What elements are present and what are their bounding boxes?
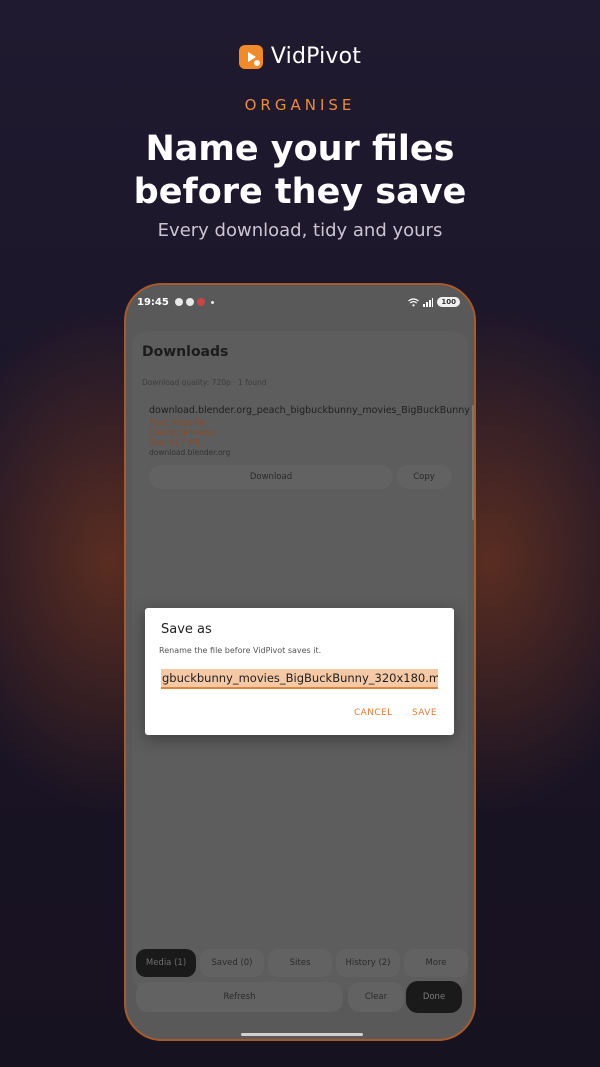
- media-item-quality: Quality: Unknown: [149, 428, 215, 437]
- action-bar: Refresh Clear Done: [136, 981, 468, 1013]
- eyebrow-label: ORGANISE: [244, 96, 356, 114]
- refresh-button[interactable]: Refresh: [136, 982, 343, 1012]
- status-bar: 19:45 100: [126, 285, 474, 319]
- tab-more[interactable]: More: [404, 949, 468, 977]
- filename-selected-text: gbuckbunny_movies_BigBuckBunny_320x180.m…: [161, 669, 438, 687]
- downloads-title: Downloads: [142, 344, 229, 360]
- bottom-tabs: Media (1) Saved (0) Sites History (2) Mo…: [136, 949, 468, 977]
- signal-icon: [423, 297, 434, 307]
- notification-icon: [185, 298, 194, 306]
- headline: Name your files before they save: [0, 128, 600, 214]
- headline-line-2: before they save: [133, 172, 467, 212]
- tab-saved[interactable]: Saved (0): [200, 949, 264, 977]
- media-item-name: download.blender.org_peach_bigbuckbunny_…: [149, 405, 470, 416]
- subline: Every download, tidy and yours: [157, 220, 443, 241]
- battery-icon: 100: [437, 297, 460, 307]
- copy-button[interactable]: Copy: [396, 465, 452, 489]
- dialog-title: Save as: [161, 622, 212, 637]
- notification-icons: [174, 298, 214, 306]
- tab-history[interactable]: History (2): [336, 949, 400, 977]
- brand-header: VidPivot: [0, 44, 600, 69]
- status-indicators: 100: [408, 297, 460, 307]
- media-item-size: Size: 61.7 MB: [149, 438, 201, 447]
- media-item-type: Type: Video file: [149, 418, 206, 427]
- headline-line-1: Name your files: [145, 129, 455, 169]
- notification-icon: [174, 298, 183, 306]
- dialog-description: Rename the file before VidPivot saves it…: [159, 646, 322, 655]
- download-quality-label: Download quality: 720p · 1 found: [142, 378, 267, 387]
- filename-input[interactable]: gbuckbunny_movies_BigBuckBunny_320x180.m…: [161, 669, 438, 689]
- more-notifications-icon: [210, 300, 214, 304]
- notification-icon: [196, 298, 205, 306]
- tab-media[interactable]: Media (1): [136, 949, 196, 977]
- done-button[interactable]: Done: [406, 981, 462, 1013]
- tab-sites[interactable]: Sites: [268, 949, 332, 977]
- save-button[interactable]: SAVE: [412, 708, 437, 718]
- brand-name: VidPivot: [270, 44, 362, 69]
- scrollbar[interactable]: [472, 405, 474, 520]
- media-item-host: download.blender.org: [149, 448, 231, 457]
- status-time: 19:45: [137, 296, 169, 308]
- clear-button[interactable]: Clear: [348, 982, 404, 1012]
- download-button[interactable]: Download: [149, 465, 393, 489]
- home-indicator[interactable]: [241, 1033, 363, 1036]
- cancel-button[interactable]: CANCEL: [354, 708, 393, 718]
- wifi-icon: [408, 297, 420, 306]
- play-icon: [238, 44, 263, 69]
- save-as-dialog: Save as Rename the file before VidPivot …: [145, 608, 454, 735]
